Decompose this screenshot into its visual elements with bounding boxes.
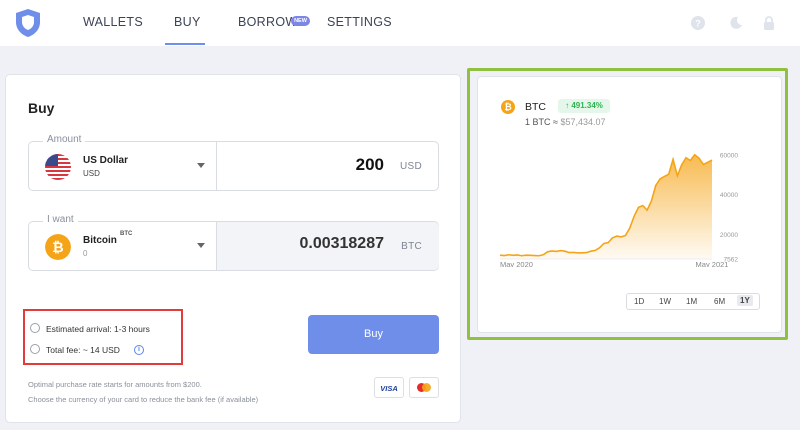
price-change-badge: ↑ 491.34% [558, 99, 610, 113]
btc-price-chart: 6000040000200007562May 2020 May 2021 [500, 152, 738, 267]
want-value: 0.00318287 [299, 235, 384, 252]
shield-logo-icon[interactable] [14, 8, 42, 38]
estimated-arrival: Estimated arrival: 1-3 hours [46, 324, 150, 334]
range-1y[interactable]: 1Y [737, 295, 753, 306]
y-tick-label: 20000 [720, 232, 738, 239]
range-1w[interactable]: 1W [659, 297, 671, 306]
rate-value: $57,434.07 [560, 117, 606, 127]
moon-icon[interactable] [729, 16, 743, 30]
visa-label: VISA [380, 384, 398, 393]
amount-currency-name[interactable]: US Dollar [83, 155, 128, 166]
field-divider [216, 142, 217, 190]
range-1m[interactable]: 1M [686, 297, 697, 306]
info-icon[interactable]: i [134, 345, 144, 355]
x-tick-label: May 2021 [696, 260, 729, 267]
bitcoin-icon: ₿ [45, 234, 71, 260]
note-line-1: Optimal purchase rate starts for amounts… [28, 380, 202, 389]
want-currency-name[interactable]: Bitcoin [83, 235, 117, 246]
clock-icon [30, 323, 40, 333]
top-nav: WALLETS BUY BORROW NEW SETTINGS ? [0, 0, 800, 46]
mastercard-icon [409, 377, 439, 398]
want-balance: 0 [83, 249, 88, 258]
time-range-selector: 1D 1W 1M 6M 1Y [626, 293, 760, 310]
buy-panel: Buy Amount US Dollar USD 200 USD I want [5, 74, 461, 423]
want-currency-ticker: BTC [120, 231, 133, 237]
lock-icon[interactable] [762, 16, 776, 30]
amount-field: Amount US Dollar USD 200 USD [28, 134, 439, 191]
want-unit: BTC [401, 241, 422, 252]
help-icon[interactable]: ? [691, 16, 705, 30]
us-flag-icon [45, 154, 71, 180]
nav-active-underline [165, 43, 205, 45]
x-tick-label: May 2020 [500, 260, 533, 267]
fee-info-highlight [23, 309, 183, 365]
bitcoin-small-icon: ₿ [501, 100, 515, 114]
visa-badge: VISA [374, 377, 404, 398]
nav-settings[interactable]: SETTINGS [327, 15, 392, 29]
coin-name: BTC [525, 101, 546, 113]
svg-text:₿: ₿ [52, 239, 63, 255]
total-fee: Total fee: ~ 14 USD [46, 345, 120, 355]
amount-currency-code: USD [83, 169, 100, 178]
amount-input[interactable]: 200 [356, 155, 384, 175]
amount-unit: USD [399, 161, 422, 172]
nav-buy[interactable]: BUY [174, 15, 201, 29]
fee-icon [30, 344, 40, 354]
range-1d[interactable]: 1D [634, 297, 644, 306]
buy-button[interactable]: Buy [308, 315, 439, 354]
amount-legend: Amount [43, 134, 86, 145]
btc-rate: 1 BTC ≈ $57,434.07 [525, 117, 606, 127]
y-tick-label: 60000 [720, 152, 738, 159]
btc-chart-card: ₿ BTC ↑ 491.34% 1 BTC ≈ $57,434.07 60000… [477, 76, 782, 333]
want-currency-dropdown-icon[interactable] [197, 243, 205, 248]
range-6m[interactable]: 6M [714, 297, 725, 306]
nav-borrow[interactable]: BORROW [238, 15, 297, 29]
want-field: I want ₿ Bitcoin BTC 0 0.00318287 BTC [28, 214, 439, 271]
amount-currency-dropdown-icon[interactable] [197, 163, 205, 168]
y-tick-label: 40000 [720, 192, 738, 199]
rate-prefix: 1 BTC ≈ [525, 117, 561, 127]
note-line-2: Choose the currency of your card to redu… [28, 395, 259, 404]
want-legend: I want [43, 214, 78, 225]
buy-title: Buy [28, 100, 55, 116]
new-badge: NEW [291, 16, 310, 26]
nav-wallets[interactable]: WALLETS [83, 15, 143, 29]
svg-text:?: ? [695, 19, 701, 29]
